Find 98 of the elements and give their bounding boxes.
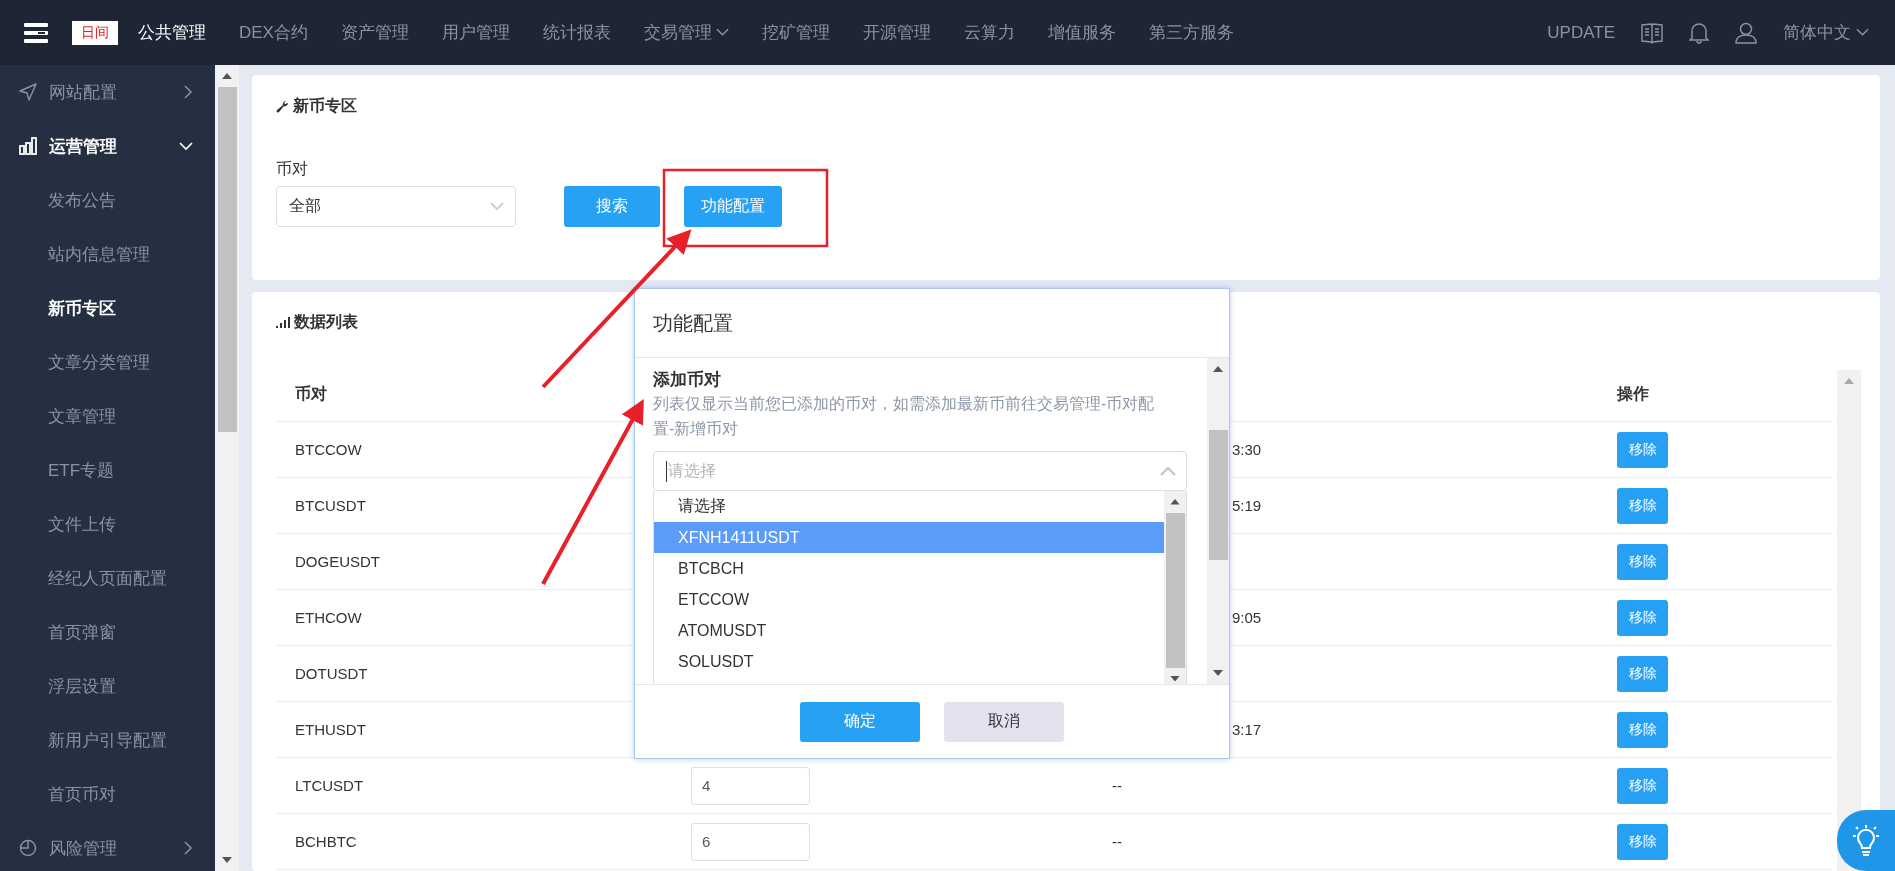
remove-button[interactable]: 移除 [1617, 823, 1668, 860]
table-cell-text: DOGEUSDT [294, 553, 380, 570]
table-cell-text: LTCUSDT [294, 777, 364, 794]
table-cell: 5:19 [1232, 497, 1262, 514]
sidebar-subitem[interactable]: 文章管理 [0, 389, 215, 443]
caret-down-icon [715, 28, 729, 37]
cancel-button[interactable]: 取消 [944, 701, 1064, 742]
scrollbar-thumb[interactable] [217, 87, 237, 432]
table-cell-text: DOTUSDT [294, 665, 368, 682]
hint-text: 列表仅显示当前您已添加的币对，如需添加最新币前往交易管理-币对配置-新增币对 [653, 394, 1156, 439]
dialog-title: 功能配置 [635, 289, 1229, 358]
theme-badge[interactable]: 日间 [72, 20, 118, 45]
nav-link[interactable]: DEX合约 [239, 21, 308, 44]
sidebar-subitem[interactable]: ETF专题 [0, 443, 215, 497]
bell-icon[interactable] [1689, 21, 1709, 44]
search-button[interactable]: 搜索 [564, 186, 660, 227]
nav-link[interactable]: 挖矿管理 [761, 21, 830, 44]
confirm-button[interactable]: 确定 [800, 701, 920, 742]
table-cell-text: BTCCOW [294, 441, 362, 458]
menu-logo-icon[interactable] [24, 22, 48, 43]
scrollbar-thumb[interactable] [1165, 512, 1185, 669]
column-header: 操作 [1617, 383, 1649, 404]
navigation-arrow-icon [19, 83, 37, 101]
nav-link[interactable]: 云算力 [963, 21, 1015, 44]
user-icon[interactable] [1735, 21, 1757, 44]
remove-button[interactable]: 移除 [1617, 655, 1668, 692]
dropdown-option[interactable]: ETCCOW [654, 584, 1164, 615]
dropdown-option[interactable]: XFNH1411USDT [654, 522, 1164, 553]
chevron-down-icon [179, 141, 193, 151]
sidebar-item[interactable]: 运营管理 [0, 119, 215, 173]
nav-link[interactable]: 用户管理 [441, 21, 510, 44]
sort-input-field[interactable]: 4 [691, 766, 810, 805]
nav-link[interactable]: 资产管理 [340, 21, 409, 44]
table-cell-text: ETHCOW [294, 609, 362, 626]
table-cell-text: BTCUSDT [294, 497, 366, 514]
sidebar-subitem[interactable]: 新用户引导配置 [0, 713, 215, 767]
table-cell-text: BCHBTC [294, 833, 357, 850]
nav-link[interactable]: 开源管理 [862, 21, 931, 44]
chevron-up-icon [1160, 466, 1176, 476]
wrench-icon [276, 100, 289, 113]
table-cell-text: ETHUSDT [294, 721, 366, 738]
sidebar-subitem[interactable]: 发布公告 [0, 173, 215, 227]
dropdown-option[interactable]: 请选择 [654, 491, 1164, 522]
remove-button[interactable]: 移除 [1617, 767, 1668, 804]
pair-select[interactable]: 全部 [276, 186, 516, 227]
column-header: 币对 [294, 383, 327, 404]
table-cell: -- [1112, 833, 1122, 850]
remove-button[interactable]: 移除 [1617, 487, 1668, 524]
book-icon[interactable] [1641, 21, 1663, 44]
sort-input-field[interactable]: 6 [691, 822, 810, 861]
sidebar-subitem[interactable]: 文章分类管理 [0, 335, 215, 389]
scroll-down-arrow-icon[interactable] [222, 857, 232, 863]
remove-button[interactable]: 移除 [1617, 711, 1668, 748]
field-label: 币对 [276, 159, 309, 179]
nav-link[interactable]: 第三方服务 [1148, 21, 1234, 44]
chevron-down-icon [489, 202, 505, 211]
card-title: 新币专区 [293, 96, 357, 116]
scroll-down-arrow-icon[interactable] [1170, 676, 1180, 682]
language-selector[interactable]: 简体中文 [1783, 21, 1869, 44]
nav-link[interactable]: 增值服务 [1047, 21, 1116, 44]
remove-button[interactable]: 移除 [1617, 599, 1668, 636]
table-cell: 9:05 [1232, 609, 1262, 626]
dropdown-option[interactable]: SOLUSDT [654, 646, 1164, 677]
sidebar-item[interactable]: 风险管理 [0, 821, 215, 871]
chevron-right-icon [184, 841, 193, 855]
update-link[interactable]: UPDATE [1547, 22, 1615, 43]
dropdown-option[interactable]: ATOMUSDT [654, 615, 1164, 646]
sidebar-item[interactable]: 网站配置 [0, 65, 215, 119]
lightbulb-button[interactable] [1837, 810, 1895, 871]
scroll-up-arrow-icon[interactable] [222, 73, 232, 79]
nav-link[interactable]: 公共管理 [138, 21, 206, 44]
pie-chart-icon [19, 839, 37, 857]
table-cell: -- [1112, 777, 1122, 794]
signal-bars-icon [276, 317, 290, 328]
scrollbar-thumb[interactable] [1208, 430, 1228, 560]
remove-button[interactable]: 移除 [1617, 543, 1668, 580]
sidebar-subitem[interactable]: 新币专区 [0, 281, 215, 335]
sidebar-subitem[interactable]: 文件上传 [0, 497, 215, 551]
scroll-down-arrow-icon[interactable] [1213, 670, 1223, 676]
sidebar-subitem[interactable]: 站内信息管理 [0, 227, 215, 281]
card-title: 数据列表 [294, 312, 358, 332]
table-cell: 3:17 [1232, 721, 1262, 738]
bar-chart-icon [19, 137, 37, 155]
caret-down-icon [1856, 28, 1869, 37]
remove-button[interactable]: 移除 [1617, 431, 1668, 468]
nav-link[interactable]: 交易管理 [643, 21, 729, 44]
sidebar-subitem[interactable]: 浮层设置 [0, 659, 215, 713]
scroll-up-arrow-icon[interactable] [1213, 366, 1223, 372]
nav-link[interactable]: 统计报表 [542, 21, 611, 44]
config-button[interactable]: 功能配置 [684, 186, 782, 227]
dropdown-option[interactable]: BTCBCH [654, 553, 1164, 584]
sidebar-subitem[interactable]: 首页币对 [0, 767, 215, 821]
chevron-right-icon [184, 85, 193, 99]
sidebar-subitem[interactable]: 首页弹窗 [0, 605, 215, 659]
section-title: 添加币对 [653, 369, 722, 391]
scroll-up-arrow-icon[interactable] [1170, 499, 1180, 505]
sidebar-subitem[interactable]: 经纪人页面配置 [0, 551, 215, 605]
table-cell: 3:30 [1232, 441, 1262, 458]
